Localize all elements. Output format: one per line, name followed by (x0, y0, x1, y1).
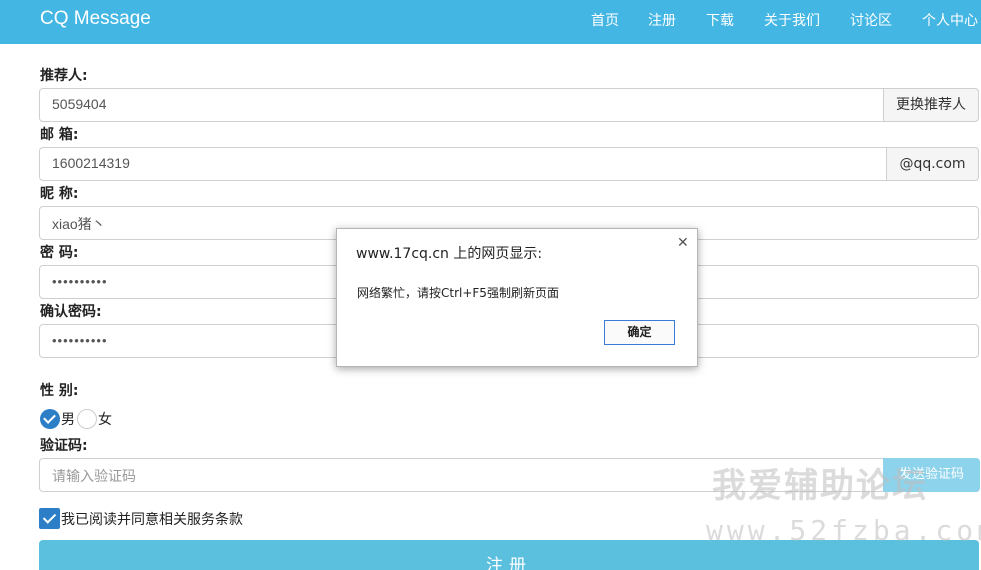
dialog-ok-button[interactable]: 确定 (604, 320, 675, 345)
alert-dialog: www.17cq.cn 上的网页显示: ✕ 网络繁忙，请按Ctrl+F5强制刷新… (336, 228, 698, 367)
email-label: 邮 箱: (40, 127, 79, 143)
dialog-title: www.17cq.cn 上的网页显示: (356, 246, 543, 262)
email-input[interactable]: 1600214319 (39, 147, 888, 181)
close-icon[interactable]: ✕ (677, 235, 689, 251)
dialog-message: 网络繁忙，请按Ctrl+F5强制刷新页面 (357, 286, 559, 300)
navbar: CQ Message 首页 注册 下载 关于我们 讨论区 个人中心 (0, 0, 981, 44)
nav-register[interactable]: 注册 (648, 10, 676, 30)
nickname-label: 昵 称: (40, 186, 79, 202)
captcha-label: 验证码: (40, 438, 88, 454)
gender-label: 性 别: (40, 383, 79, 399)
gender-female-radio[interactable] (77, 409, 97, 429)
confirm-password-label: 确认密码: (40, 304, 102, 320)
watermark-url: www.52fzba.com (706, 514, 981, 547)
nav-about[interactable]: 关于我们 (764, 10, 820, 30)
referrer-label: 推荐人: (40, 68, 88, 84)
email-suffix: @qq.com (886, 147, 979, 181)
agree-checkbox[interactable] (39, 508, 60, 529)
change-referrer-button[interactable]: 更换推荐人 (883, 88, 979, 122)
password-label: 密 码: (40, 245, 79, 261)
brand-logo[interactable]: CQ Message (40, 8, 151, 30)
agree-label[interactable]: 我已阅读并同意相关服务条款 (61, 509, 243, 529)
nav-user-center[interactable]: 个人中心 (922, 10, 978, 30)
nav-forum[interactable]: 讨论区 (850, 10, 892, 30)
referrer-input[interactable]: 5059404 (39, 88, 885, 122)
gender-male-radio[interactable] (40, 409, 60, 429)
gender-male-label[interactable]: 男 (61, 409, 75, 429)
watermark-text: 我爱辅助论坛 (712, 466, 928, 506)
gender-female-label[interactable]: 女 (98, 409, 112, 429)
nav-home[interactable]: 首页 (591, 10, 619, 30)
nav-download[interactable]: 下载 (706, 10, 734, 30)
